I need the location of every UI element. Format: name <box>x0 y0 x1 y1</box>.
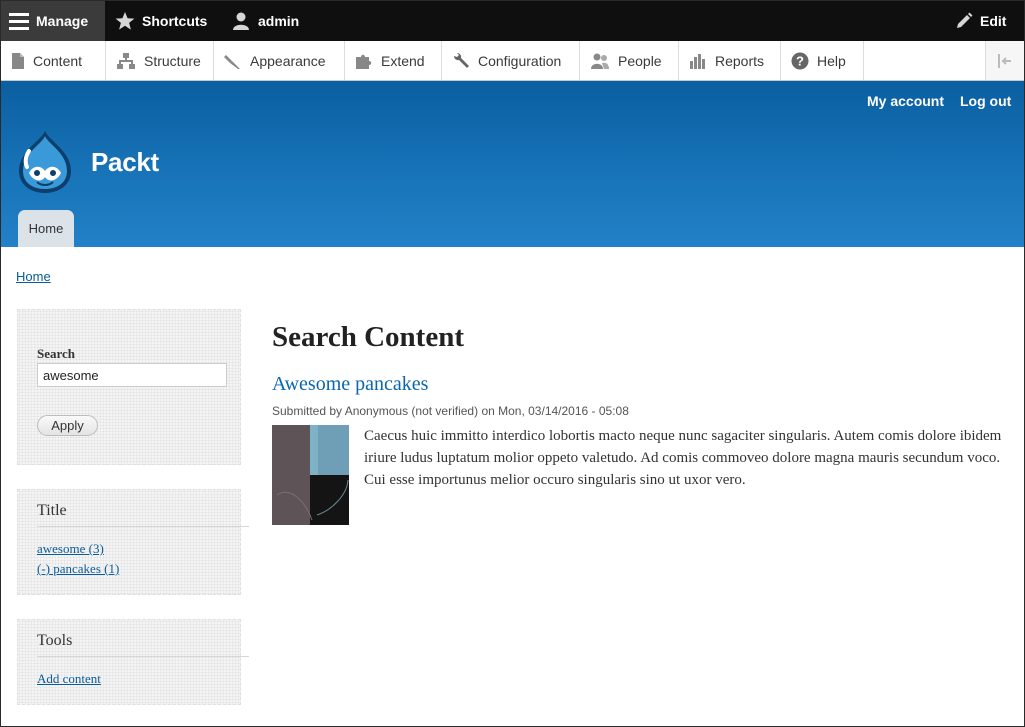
site-name[interactable]: Packt <box>91 147 159 178</box>
page-icon <box>12 52 24 69</box>
shortcuts-button[interactable]: Shortcuts <box>115 1 207 41</box>
result-title-link[interactable]: Awesome pancakes <box>272 373 428 396</box>
bar-chart-icon <box>690 53 705 69</box>
tray-item-label: People <box>618 52 662 69</box>
collapse-icon <box>998 53 1011 68</box>
search-block: Search awesome Apply <box>17 309 241 465</box>
tools-heading: Tools <box>37 632 249 657</box>
manage-button[interactable]: Manage <box>1 1 105 41</box>
tools-block: Tools Add content <box>17 619 249 705</box>
star-icon <box>115 12 135 30</box>
tray-item-label: Structure <box>144 52 201 69</box>
wrench-icon <box>453 52 469 68</box>
add-content-link[interactable]: Add content <box>37 671 101 687</box>
tray-item-label: Content <box>33 52 83 69</box>
user-menu-button[interactable]: admin <box>231 1 299 41</box>
title-facet-block: Title awesome (3) (-) pancakes (1) <box>17 489 249 595</box>
admin-toolbar: Manage Shortcuts admin Edit <box>1 1 1024 41</box>
search-label: Search <box>37 346 76 361</box>
facet-link-pancakes[interactable]: (-) pancakes (1) <box>37 561 119 577</box>
site-logo[interactable] <box>15 129 75 200</box>
title-facet-heading: Title <box>37 502 249 527</box>
user-label: admin <box>258 13 300 29</box>
shortcuts-label: Shortcuts <box>142 13 208 29</box>
tray-item-configuration[interactable]: Configuration <box>442 41 580 80</box>
log-out-link[interactable]: Log out <box>960 93 1011 109</box>
user-icon <box>233 12 249 30</box>
result-thumbnail[interactable] <box>272 425 349 525</box>
tray-item-label: Reports <box>715 52 765 69</box>
puzzle-icon <box>356 54 372 69</box>
result-snippet: Caecus huic immitto interdico lobortis m… <box>364 428 1002 488</box>
edit-button[interactable]: Edit <box>955 1 1006 41</box>
breadcrumb-home-link[interactable]: Home <box>16 269 51 284</box>
manage-label: Manage <box>36 13 89 29</box>
tray-item-label: Configuration <box>478 52 562 69</box>
help-icon: ? <box>791 52 809 69</box>
search-input-value: awesome <box>43 367 99 383</box>
pencil-icon <box>957 12 973 28</box>
tray-item-appearance[interactable]: Appearance <box>214 41 345 80</box>
brush-icon <box>224 54 240 69</box>
thumbnail-image <box>272 425 349 525</box>
people-icon <box>591 53 609 69</box>
search-input[interactable]: awesome <box>37 363 227 387</box>
apply-button-label: Apply <box>51 418 84 433</box>
tray-item-label: Appearance <box>250 52 326 69</box>
svg-text:?: ? <box>796 53 804 68</box>
sitemap-icon <box>117 52 135 69</box>
tab-home-label: Home <box>28 221 64 236</box>
page-title: Search Content <box>272 321 464 353</box>
tray-item-structure[interactable]: Structure <box>106 41 214 80</box>
apply-button[interactable]: Apply <box>37 415 98 436</box>
result-submitted-info: Submitted by Anonymous (not verified) on… <box>272 404 629 418</box>
my-account-link[interactable]: My account <box>867 93 944 109</box>
tray-item-help[interactable]: ? Help <box>781 41 864 80</box>
hamburger-icon <box>9 13 29 30</box>
edit-label: Edit <box>980 13 1007 29</box>
tray-item-label: Extend <box>381 52 425 69</box>
tray-item-reports[interactable]: Reports <box>679 41 781 80</box>
tray-orientation-toggle[interactable] <box>985 41 1024 80</box>
tray-item-content[interactable]: Content <box>1 41 106 80</box>
tab-home[interactable]: Home <box>18 210 74 247</box>
tray-item-people[interactable]: People <box>580 41 679 80</box>
drupal-logo-icon <box>19 131 71 193</box>
facet-link-awesome[interactable]: awesome (3) <box>37 541 104 557</box>
tray-item-label: Help <box>817 52 846 69</box>
tray-item-extend[interactable]: Extend <box>345 41 442 80</box>
admin-tray: Content Structure Appearance Extend Conf… <box>1 41 1024 81</box>
site-header: My account Log out Packt Home <box>1 81 1024 247</box>
